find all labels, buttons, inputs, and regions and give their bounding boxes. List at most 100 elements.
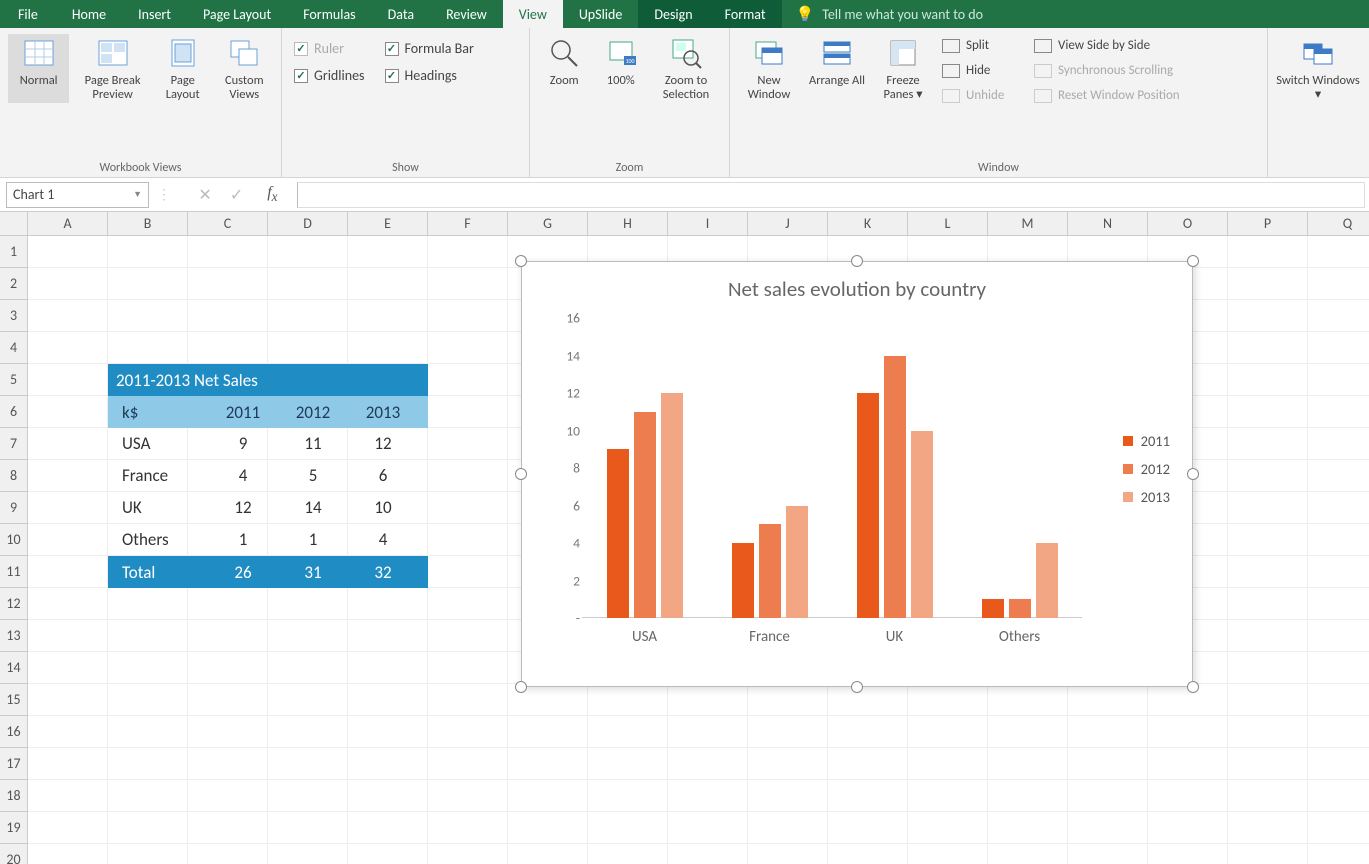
cell[interactable] [28, 428, 108, 460]
cell[interactable] [348, 748, 428, 780]
table-row[interactable]: USA91112 [108, 428, 428, 460]
cell[interactable] [1308, 620, 1369, 652]
column-header[interactable]: J [748, 212, 828, 236]
switch-windows-button[interactable]: Switch Windows ▾ [1276, 34, 1360, 103]
cell[interactable] [668, 812, 748, 844]
cell[interactable] [668, 748, 748, 780]
cell[interactable] [428, 620, 508, 652]
page-break-preview-button[interactable]: Page Break Preview [75, 34, 150, 103]
cell[interactable] [828, 716, 908, 748]
cell[interactable] [1228, 620, 1308, 652]
fx-icon[interactable]: fx [267, 184, 277, 205]
cell[interactable] [428, 812, 508, 844]
cell[interactable] [988, 716, 1068, 748]
column-header[interactable]: I [668, 212, 748, 236]
cell[interactable] [108, 812, 188, 844]
cell[interactable] [28, 492, 108, 524]
chart-bar[interactable] [857, 393, 879, 618]
cell[interactable] [348, 652, 428, 684]
chart-bar[interactable] [884, 356, 906, 619]
cell[interactable] [268, 812, 348, 844]
cell[interactable] [1148, 780, 1228, 812]
column-header[interactable]: C [188, 212, 268, 236]
cell[interactable] [1228, 652, 1308, 684]
split-button[interactable]: Split [938, 36, 1024, 55]
tab-format[interactable]: Format [709, 0, 782, 28]
cell[interactable] [268, 748, 348, 780]
cell[interactable] [348, 588, 428, 620]
cell[interactable] [188, 300, 268, 332]
cell[interactable] [188, 780, 268, 812]
cell[interactable] [1068, 748, 1148, 780]
cell[interactable] [348, 684, 428, 716]
cell[interactable] [108, 780, 188, 812]
cell[interactable] [1228, 684, 1308, 716]
column-header[interactable]: N [1068, 212, 1148, 236]
cell[interactable] [588, 716, 668, 748]
cell[interactable] [108, 748, 188, 780]
cell[interactable] [428, 268, 508, 300]
chart-bar[interactable] [911, 431, 933, 619]
resize-handle[interactable] [515, 681, 527, 693]
cell[interactable] [908, 812, 988, 844]
legend-item[interactable]: 2011 [1123, 432, 1170, 450]
cell[interactable] [428, 332, 508, 364]
cell[interactable] [188, 236, 268, 268]
cell[interactable] [508, 844, 588, 864]
cell[interactable] [28, 588, 108, 620]
cell[interactable] [668, 780, 748, 812]
cell[interactable] [188, 844, 268, 864]
cell[interactable] [1308, 460, 1369, 492]
cell[interactable] [1068, 844, 1148, 864]
cell[interactable] [428, 588, 508, 620]
cell[interactable] [428, 652, 508, 684]
cell[interactable] [28, 812, 108, 844]
zoom-100-button[interactable]: 100 100% [596, 34, 645, 103]
cell[interactable] [1308, 396, 1369, 428]
cell[interactable] [1308, 364, 1369, 396]
table-row[interactable]: UK121410 [108, 492, 428, 524]
column-header[interactable]: G [508, 212, 588, 236]
row-header[interactable]: 15 [0, 684, 28, 716]
worksheet-area[interactable]: ABCDEFGHIJKLMNOPQ 1234567891011121314151… [0, 212, 1369, 864]
legend-item[interactable]: 2012 [1123, 460, 1170, 478]
cell[interactable] [1148, 748, 1228, 780]
row-header[interactable]: 12 [0, 588, 28, 620]
cell[interactable] [28, 780, 108, 812]
cell[interactable] [908, 716, 988, 748]
cell[interactable] [188, 652, 268, 684]
row-header[interactable]: 16 [0, 716, 28, 748]
cell[interactable] [108, 652, 188, 684]
column-header[interactable]: M [988, 212, 1068, 236]
tab-view[interactable]: View [503, 0, 563, 28]
cell[interactable] [588, 844, 668, 864]
row-header[interactable]: 6 [0, 396, 28, 428]
cell[interactable] [1228, 588, 1308, 620]
cell[interactable] [988, 748, 1068, 780]
chart-bar[interactable] [1009, 599, 1031, 618]
cell[interactable] [348, 844, 428, 864]
column-header[interactable]: D [268, 212, 348, 236]
custom-views-button[interactable]: Custom Views [216, 34, 273, 103]
cell[interactable] [828, 812, 908, 844]
cell[interactable] [28, 844, 108, 864]
legend-item[interactable]: 2013 [1123, 488, 1170, 506]
cell[interactable] [1308, 652, 1369, 684]
checkbox-formula-bar[interactable]: ✓Formula Bar [385, 40, 474, 57]
resize-handle[interactable] [851, 255, 863, 267]
cell[interactable] [268, 844, 348, 864]
cell[interactable] [908, 780, 988, 812]
resize-handle[interactable] [1187, 681, 1199, 693]
row-header[interactable]: 2 [0, 268, 28, 300]
cell[interactable] [988, 684, 1068, 716]
tab-home[interactable]: Home [56, 0, 122, 28]
cell[interactable] [668, 684, 748, 716]
cell[interactable] [1228, 364, 1308, 396]
hide-button[interactable]: Hide [938, 61, 1024, 80]
cell[interactable] [268, 332, 348, 364]
row-header[interactable]: 19 [0, 812, 28, 844]
cell[interactable] [428, 524, 508, 556]
zoom-to-selection-button[interactable]: Zoom to Selection [651, 34, 721, 103]
cell[interactable] [428, 236, 508, 268]
cell[interactable] [1308, 332, 1369, 364]
